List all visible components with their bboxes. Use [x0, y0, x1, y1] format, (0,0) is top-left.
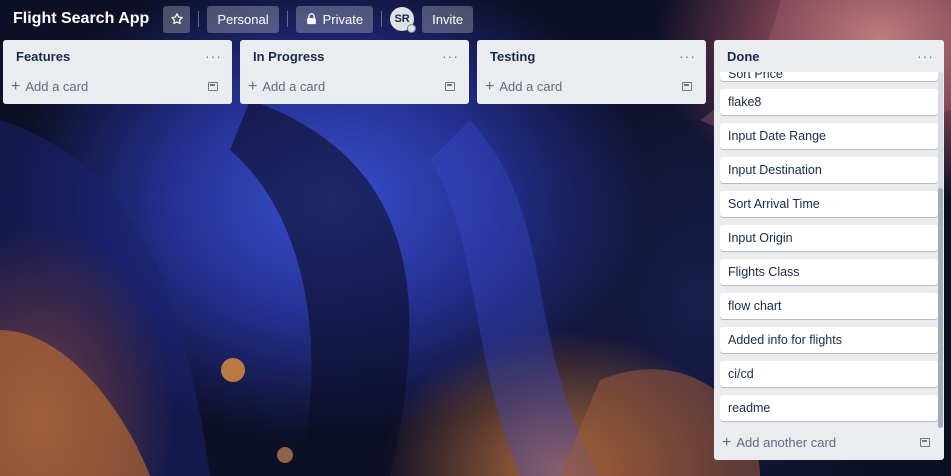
card-title: flake8: [728, 95, 762, 109]
list-header: Testing ···: [477, 40, 706, 72]
card-template-icon[interactable]: [920, 437, 930, 447]
add-card-label: Add a card: [25, 78, 89, 94]
plus-icon: +: [248, 77, 258, 95]
add-card-button[interactable]: + Add a card: [248, 77, 326, 95]
add-card-label: Add a card: [499, 78, 563, 94]
card-title: flow chart: [728, 299, 782, 313]
card-title: ci/cd: [728, 367, 754, 381]
add-card-button[interactable]: + Add a card: [11, 77, 89, 95]
card[interactable]: flake8: [720, 89, 938, 115]
header-divider: [286, 11, 288, 27]
card[interactable]: Input Origin: [720, 225, 938, 251]
plus-icon: +: [722, 433, 732, 451]
card[interactable]: Sort Arrival Time: [720, 191, 938, 217]
list-title[interactable]: Features: [16, 49, 70, 64]
card-template-icon[interactable]: [208, 81, 218, 91]
add-card-composer: + Add a card: [5, 72, 230, 100]
card[interactable]: Added info for flights: [720, 327, 938, 353]
card-title: Flights Class: [728, 265, 800, 279]
card-title: Input Origin: [728, 231, 793, 245]
list-menu-icon[interactable]: ···: [205, 48, 222, 64]
card[interactable]: Input Date Range: [720, 123, 938, 149]
plus-icon: +: [11, 77, 21, 95]
list-title[interactable]: Done: [727, 49, 760, 64]
card[interactable]: ci/cd: [720, 361, 938, 387]
list-in-progress: In Progress ··· + Add a card: [240, 40, 469, 104]
list-features: Features ··· + Add a card: [3, 40, 232, 104]
avatar[interactable]: SR: [390, 7, 417, 33]
card[interactable]: Input Destination: [720, 157, 938, 183]
add-card-composer: + Add another card: [716, 428, 942, 456]
header-divider: [381, 11, 383, 27]
header-divider: [198, 11, 200, 27]
add-card-label: Add another card: [736, 434, 837, 450]
star-button[interactable]: [163, 5, 191, 33]
list-menu-icon[interactable]: ···: [442, 48, 459, 64]
list-testing: Testing ··· + Add a card: [477, 40, 706, 104]
avatar-initials: SR: [394, 13, 410, 25]
board-title[interactable]: Flight Search App: [13, 10, 149, 28]
workspace-button[interactable]: Personal: [207, 5, 279, 33]
visibility-label: Private: [322, 11, 364, 27]
plus-icon: +: [485, 77, 495, 95]
visibility-button[interactable]: Private: [295, 5, 374, 33]
add-card-composer: + Add a card: [242, 72, 467, 100]
lock-icon: [306, 13, 316, 25]
card[interactable]: Flights Class: [720, 259, 938, 285]
list-header: Features ···: [3, 40, 232, 72]
card-title: readme: [728, 401, 771, 415]
invite-button[interactable]: Invite: [422, 5, 474, 33]
list-header: In Progress ···: [240, 40, 469, 72]
invite-label: Invite: [432, 11, 464, 27]
add-card-button[interactable]: + Add another card: [722, 433, 837, 451]
add-card-composer: + Add a card: [479, 72, 704, 100]
add-card-label: Add a card: [262, 78, 326, 94]
list-done: Done ··· Sort Price flake8 Input Date Rang…: [714, 40, 944, 460]
card-title: Sort Price: [728, 72, 783, 81]
card-list[interactable]: Sort Price flake8 Input Date Range Input De…: [714, 72, 944, 428]
list-menu-icon[interactable]: ···: [917, 48, 934, 64]
card-title: Added info for flights: [728, 333, 842, 347]
card-template-icon[interactable]: [682, 81, 692, 91]
card-title: Input Destination: [728, 163, 822, 177]
card-title: Input Date Range: [728, 129, 826, 143]
list-title[interactable]: In Progress: [253, 49, 325, 64]
list-menu-icon[interactable]: ···: [679, 48, 696, 64]
add-card-button[interactable]: + Add a card: [485, 77, 563, 95]
list-header: Done ···: [714, 40, 944, 72]
card[interactable]: readme: [720, 395, 938, 421]
card[interactable]: flow chart: [720, 293, 938, 319]
list-title[interactable]: Testing: [490, 49, 535, 64]
admin-badge-icon: [407, 24, 417, 33]
board-header: Flight Search App Personal Private SR In…: [0, 0, 951, 38]
card[interactable]: Sort Price: [720, 72, 938, 81]
star-icon: [171, 13, 183, 25]
workspace-label: Personal: [217, 11, 269, 27]
card-template-icon[interactable]: [445, 81, 455, 91]
scrollbar-thumb[interactable]: [938, 188, 943, 428]
card-title: Sort Arrival Time: [728, 197, 820, 211]
